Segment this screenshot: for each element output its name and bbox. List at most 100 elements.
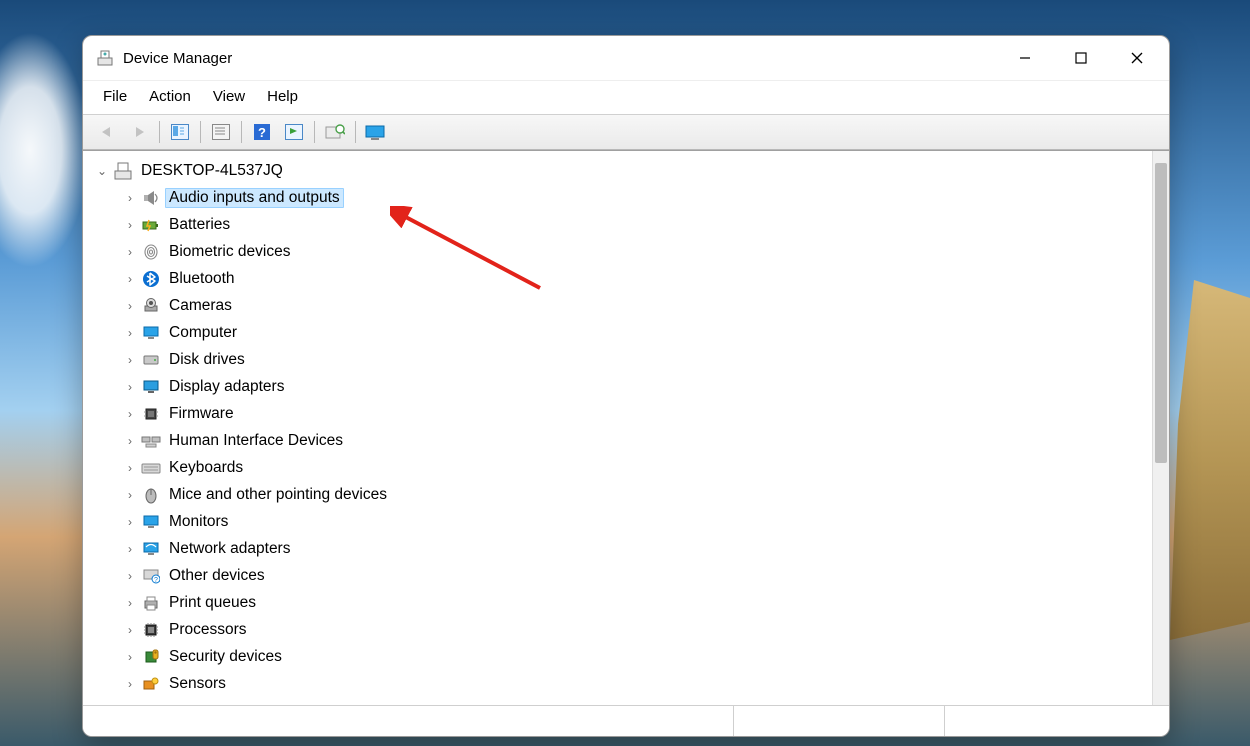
svg-text:?: ?: [154, 577, 158, 584]
network-icon: [141, 539, 161, 559]
status-segment: [83, 706, 734, 736]
other-icon: ?: [141, 566, 161, 586]
tree-category-security[interactable]: ›Security devices: [85, 643, 1152, 670]
menu-view[interactable]: View: [203, 85, 255, 108]
tree-category-speaker[interactable]: ›Audio inputs and outputs: [85, 184, 1152, 211]
menu-action[interactable]: Action: [139, 85, 201, 108]
tree-category-monitor[interactable]: ›Monitors: [85, 508, 1152, 535]
expand-icon[interactable]: ›: [121, 461, 139, 475]
nav-forward-button[interactable]: [125, 119, 153, 145]
statusbar: [83, 705, 1169, 736]
mouse-icon: [141, 485, 161, 505]
tree-category-label: Mice and other pointing devices: [165, 486, 391, 504]
vertical-scrollbar[interactable]: [1152, 151, 1169, 705]
expand-icon[interactable]: ›: [121, 326, 139, 340]
monitor-icon: [141, 323, 161, 343]
security-icon: [141, 647, 161, 667]
fingerprint-icon: [141, 242, 161, 262]
expand-icon[interactable]: ›: [121, 650, 139, 664]
properties-button[interactable]: [207, 119, 235, 145]
disk-icon: [141, 350, 161, 370]
menu-help[interactable]: Help: [257, 85, 308, 108]
close-button[interactable]: [1109, 36, 1165, 80]
status-segment: [734, 706, 945, 736]
device-manager-window: Device Manager File Action View Help ? ⌄: [82, 35, 1170, 737]
toolbar-separator: [314, 121, 315, 143]
tree-category-disk[interactable]: ›Disk drives: [85, 346, 1152, 373]
expand-icon[interactable]: ›: [121, 515, 139, 529]
tree-category-display[interactable]: ›Display adapters: [85, 373, 1152, 400]
cpu-icon: [141, 620, 161, 640]
computer-root-icon: [113, 161, 133, 181]
tree-category-label: Processors: [165, 621, 251, 639]
window-title: Device Manager: [123, 50, 997, 67]
maximize-button[interactable]: [1053, 36, 1109, 80]
expand-icon[interactable]: ›: [121, 542, 139, 556]
bluetooth-icon: [141, 269, 161, 289]
camera-icon: [141, 296, 161, 316]
tree-category-camera[interactable]: › Cameras: [85, 292, 1152, 319]
expand-icon[interactable]: ›: [121, 434, 139, 448]
show-hide-tree-button[interactable]: [166, 119, 194, 145]
tree-category-label: Firmware: [165, 405, 238, 423]
add-legacy-hardware-button[interactable]: [362, 119, 390, 145]
expand-icon[interactable]: ›: [121, 623, 139, 637]
chip-icon: [141, 404, 161, 424]
toolbar-separator: [355, 121, 356, 143]
tree-category-fingerprint[interactable]: › Biometric devices: [85, 238, 1152, 265]
expand-icon[interactable]: ›: [121, 272, 139, 286]
tree-category-other[interactable]: ›? Other devices: [85, 562, 1152, 589]
tree-category-label: Bluetooth: [165, 270, 239, 288]
nav-back-button[interactable]: [93, 119, 121, 145]
tree-category-chip[interactable]: › Firmware: [85, 400, 1152, 427]
tree-category-bluetooth[interactable]: › Bluetooth: [85, 265, 1152, 292]
expand-icon[interactable]: ›: [121, 596, 139, 610]
menu-file[interactable]: File: [93, 85, 137, 108]
expand-icon[interactable]: ›: [121, 245, 139, 259]
tree-category-label: Biometric devices: [165, 243, 294, 261]
expand-icon[interactable]: ›: [121, 407, 139, 421]
tree-category-cpu[interactable]: › Processors: [85, 616, 1152, 643]
tree-category-label: Network adapters: [165, 540, 294, 558]
tree-category-hid[interactable]: ›Human Interface Devices: [85, 427, 1152, 454]
expand-icon[interactable]: ›: [121, 380, 139, 394]
menubar: File Action View Help: [83, 80, 1169, 114]
app-icon: [97, 50, 113, 66]
tree-category-monitor[interactable]: › Computer: [85, 319, 1152, 346]
status-segment: [945, 706, 1169, 736]
expand-icon[interactable]: ›: [121, 488, 139, 502]
toolbar: ?: [83, 114, 1169, 150]
expand-icon[interactable]: ›: [121, 569, 139, 583]
action-button[interactable]: [280, 119, 308, 145]
tree-category-network[interactable]: › Network adapters: [85, 535, 1152, 562]
tree-category-label: Computer: [165, 324, 241, 342]
expand-icon[interactable]: ›: [121, 191, 139, 205]
tree-category-sensor[interactable]: › Sensors: [85, 670, 1152, 697]
device-tree[interactable]: ⌄ DESKTOP-4L537JQ ›Audio inputs and outp…: [83, 151, 1152, 705]
printer-icon: [141, 593, 161, 613]
tree-category-printer[interactable]: › Print queues: [85, 589, 1152, 616]
scrollbar-thumb[interactable]: [1155, 163, 1167, 463]
expand-icon[interactable]: ›: [121, 353, 139, 367]
tree-category-label: Sensors: [165, 675, 230, 693]
content-area: ⌄ DESKTOP-4L537JQ ›Audio inputs and outp…: [83, 150, 1169, 705]
svg-text:?: ?: [258, 125, 266, 140]
tree-category-label: Cameras: [165, 297, 236, 315]
toolbar-separator: [159, 121, 160, 143]
tree-category-keyboard[interactable]: › Keyboards: [85, 454, 1152, 481]
expand-icon[interactable]: ›: [121, 218, 139, 232]
toolbar-separator: [200, 121, 201, 143]
scan-hardware-button[interactable]: [321, 119, 349, 145]
tree-root-node[interactable]: ⌄ DESKTOP-4L537JQ: [85, 157, 1152, 184]
collapse-icon[interactable]: ⌄: [93, 164, 111, 178]
help-button[interactable]: ?: [248, 119, 276, 145]
expand-icon[interactable]: ›: [121, 299, 139, 313]
minimize-button[interactable]: [997, 36, 1053, 80]
tree-category-label: Keyboards: [165, 459, 247, 477]
expand-icon[interactable]: ›: [121, 677, 139, 691]
tree-category-battery[interactable]: ›Batteries: [85, 211, 1152, 238]
tree-category-label: Print queues: [165, 594, 260, 612]
tree-category-mouse[interactable]: › Mice and other pointing devices: [85, 481, 1152, 508]
tree-category-label: Other devices: [165, 567, 269, 585]
titlebar[interactable]: Device Manager: [83, 36, 1169, 80]
